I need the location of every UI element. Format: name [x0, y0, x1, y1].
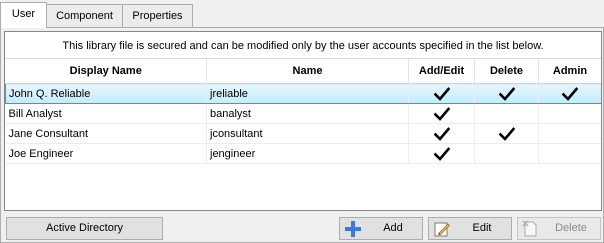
column-header-display-name[interactable]: Display Name	[5, 59, 207, 84]
cell-display-name[interactable]: Bill Analyst	[5, 103, 207, 124]
cell-name[interactable]: jconsultant	[206, 123, 409, 144]
plus-icon	[345, 221, 361, 237]
cell-add-edit-permission[interactable]	[408, 143, 475, 164]
checkmark-icon	[433, 146, 450, 161]
cell-name[interactable]: banalyst	[206, 103, 409, 124]
cell-add-edit-permission[interactable]	[408, 103, 475, 124]
tab-properties[interactable]: Properties	[122, 4, 193, 27]
delete-document-icon	[522, 220, 537, 237]
cell-name[interactable]: jengineer	[206, 143, 409, 164]
user-table: Display Name Name Add/Edit Delete Admin …	[5, 59, 601, 164]
column-header-admin[interactable]: Admin	[538, 59, 601, 84]
cell-admin-permission[interactable]	[538, 103, 601, 124]
cell-delete-permission[interactable]	[474, 123, 539, 144]
checkmark-icon	[433, 86, 450, 101]
cell-display-name[interactable]: Jane Consultant	[5, 123, 207, 144]
delete-button-label: Delete	[555, 222, 587, 234]
cell-display-name[interactable]: John Q. Reliable	[5, 83, 207, 104]
table-row[interactable]: Jane Consultant jconsultant	[5, 123, 601, 144]
table-row[interactable]: John Q. Reliable jreliable	[5, 83, 601, 104]
table-header-row: Display Name Name Add/Edit Delete Admin	[5, 59, 601, 84]
add-button-label: Add	[383, 222, 403, 234]
tab-component[interactable]: Component	[46, 4, 123, 27]
column-header-delete[interactable]: Delete	[474, 59, 539, 84]
checkmark-icon	[498, 126, 515, 141]
edit-button-label: Edit	[472, 222, 492, 234]
user-tab-panel: This library file is secured and can be …	[0, 27, 604, 243]
user-table-body: John Q. Reliable jreliable Bill Analyst ban…	[5, 83, 601, 164]
cell-delete-permission[interactable]	[474, 103, 539, 124]
cell-admin-permission[interactable]	[538, 143, 601, 164]
cell-delete-permission[interactable]	[474, 143, 539, 164]
active-directory-button[interactable]: Active Directory	[6, 217, 163, 240]
security-notice: This library file is secured and can be …	[5, 32, 601, 59]
table-row[interactable]: Bill Analyst banalyst	[5, 103, 601, 124]
edit-button[interactable]: Edit	[428, 217, 512, 240]
cell-admin-permission[interactable]	[538, 123, 601, 144]
tab-strip: User Component Properties	[0, 0, 604, 28]
cell-add-edit-permission[interactable]	[408, 123, 475, 144]
checkmark-icon	[498, 86, 515, 101]
tab-user[interactable]: User	[0, 2, 47, 28]
column-header-name[interactable]: Name	[206, 59, 409, 84]
table-row[interactable]: Joe Engineer jengineer	[5, 143, 601, 164]
cell-delete-permission[interactable]	[474, 83, 539, 104]
checkmark-icon	[433, 126, 450, 141]
edit-pencil-icon	[434, 222, 450, 237]
cell-admin-permission[interactable]	[538, 83, 601, 104]
checkmark-icon	[562, 86, 578, 101]
column-header-add-edit[interactable]: Add/Edit	[408, 59, 475, 84]
cell-name[interactable]: jreliable	[206, 83, 409, 104]
cell-display-name[interactable]: Joe Engineer	[5, 143, 207, 164]
checkmark-icon	[433, 106, 450, 121]
delete-button[interactable]: Delete	[517, 217, 601, 240]
add-button[interactable]: Add	[339, 217, 423, 240]
cell-add-edit-permission[interactable]	[408, 83, 475, 104]
user-permissions-grid: This library file is secured and can be …	[4, 31, 602, 211]
